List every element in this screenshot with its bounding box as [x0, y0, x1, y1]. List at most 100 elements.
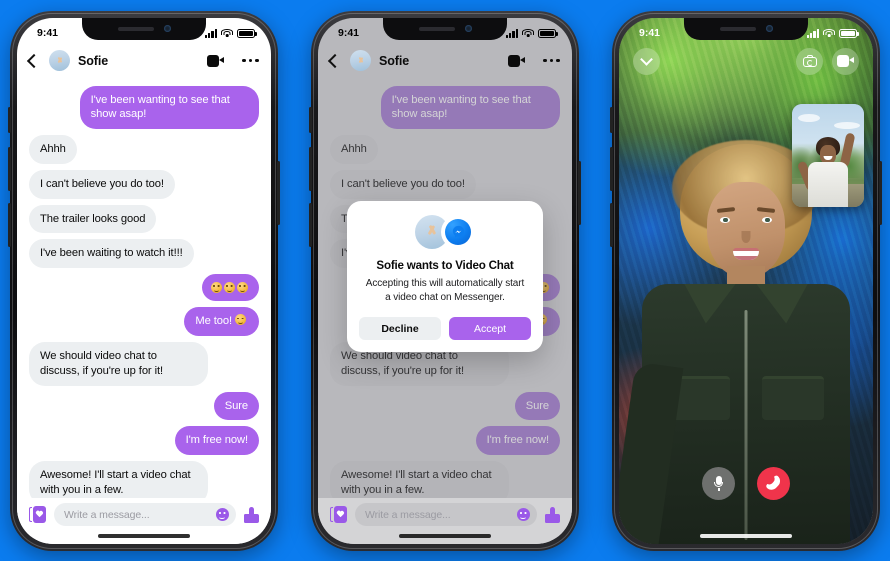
- power-button[interactable]: [277, 160, 280, 225]
- front-camera: [163, 25, 171, 32]
- message-row: Me too!: [29, 307, 259, 337]
- message-row: Sure: [29, 391, 259, 421]
- power-button[interactable]: [879, 160, 882, 225]
- toggle-video-button[interactable]: [832, 47, 859, 75]
- modal-avatars: [359, 214, 531, 249]
- more-options-icon[interactable]: [242, 58, 259, 63]
- status-indicators: [505, 28, 558, 38]
- modal-actions: Decline Accept: [359, 317, 531, 341]
- message-row: I can't believe you do too!: [29, 169, 259, 199]
- mute-switch[interactable]: [610, 106, 613, 133]
- status-time: 9:41: [639, 27, 661, 39]
- status-indicators: [204, 28, 257, 38]
- mute-switch[interactable]: [8, 106, 11, 133]
- smiley-icon: [211, 282, 222, 294]
- smiley-icon: [235, 314, 246, 326]
- message-text: Me too!: [195, 315, 232, 328]
- volume-up-button[interactable]: [610, 146, 613, 191]
- message-bubble[interactable]: I can't believe you do too!: [29, 169, 175, 199]
- screenshot-stage: 9:41 Sofie I've been wanting to see that…: [0, 0, 890, 561]
- message-row: I've been wanting to see that show asap!: [29, 85, 259, 130]
- home-indicator: [98, 533, 190, 538]
- self-view-thumbnail[interactable]: [792, 103, 864, 207]
- phone-1-screen: 9:41 Sofie I've been wanting to see that…: [17, 17, 271, 544]
- status-indicators: [806, 28, 859, 38]
- emoji-message-bubble[interactable]: [202, 274, 259, 302]
- phone-1-chat: 9:41 Sofie I've been wanting to see that…: [8, 10, 280, 551]
- volume-down-button[interactable]: [610, 202, 613, 247]
- accept-button[interactable]: Accept: [449, 317, 531, 341]
- signal-bars-icon: [505, 28, 518, 38]
- battery-icon: [237, 28, 257, 38]
- smile: [823, 155, 833, 160]
- phone-hangup-icon: [764, 474, 783, 492]
- modal-title: Sofie wants to Video Chat: [376, 258, 514, 272]
- smiley-icon: [224, 282, 235, 294]
- smiley-icon: [237, 282, 248, 294]
- message-bubble[interactable]: We should video chat to discuss, if you'…: [29, 342, 209, 386]
- camera-flip-icon: [802, 55, 817, 67]
- message-row: Ahhh: [29, 135, 259, 164]
- emoji-picker-icon[interactable]: [216, 508, 229, 521]
- thumbs-up-icon[interactable]: [244, 506, 259, 523]
- message-row: [29, 274, 259, 302]
- message-bubble[interactable]: Sure: [213, 391, 259, 421]
- cloud: [834, 121, 860, 129]
- remote-video-feed: [619, 17, 873, 544]
- battery-icon: [839, 28, 859, 38]
- end-call-button[interactable]: [757, 466, 790, 500]
- face: [707, 181, 785, 278]
- message-row: The trailer looks good: [29, 204, 259, 234]
- modal-subtitle: Accepting this will automatically start …: [365, 277, 525, 303]
- message-row: I'm free now!: [29, 426, 259, 456]
- minimize-button[interactable]: [633, 47, 660, 75]
- local-participant: [796, 131, 856, 207]
- message-list[interactable]: I've been wanting to see that show asap!…: [17, 78, 271, 498]
- message-input-placeholder: Write a message...: [64, 508, 150, 521]
- earpiece-speaker: [719, 26, 756, 31]
- signal-bars-icon: [204, 28, 217, 38]
- notch: [82, 17, 206, 40]
- volume-down-button[interactable]: [309, 202, 312, 247]
- status-time: 9:41: [37, 27, 59, 39]
- video-camera-icon[interactable]: [207, 54, 225, 67]
- phone-2-incoming-request: 9:41 Sofie I've been wanting to see that…: [309, 10, 581, 551]
- power-button[interactable]: [578, 160, 581, 225]
- mute-switch[interactable]: [309, 106, 312, 133]
- call-top-right: [796, 47, 859, 75]
- call-bottom-controls: [619, 466, 873, 500]
- back-icon[interactable]: [26, 53, 42, 68]
- video-call-view: [619, 17, 873, 544]
- message-bubble[interactable]: Ahhh: [29, 135, 77, 164]
- volume-down-button[interactable]: [8, 202, 11, 247]
- home-indicator: [399, 533, 491, 538]
- modal-card: Sofie wants to Video Chat Accepting this…: [347, 200, 543, 353]
- contact-name: Sofie: [78, 53, 109, 68]
- message-bubble[interactable]: The trailer looks good: [29, 204, 157, 234]
- message-bubble[interactable]: Awesome! I'll start a video chat with yo…: [29, 461, 209, 498]
- volume-up-button[interactable]: [309, 146, 312, 191]
- decline-button[interactable]: Decline: [359, 317, 441, 341]
- notch: [383, 17, 507, 40]
- signal-bars-icon: [806, 28, 819, 38]
- shirt: [808, 161, 848, 207]
- wifi-icon: [823, 28, 835, 38]
- message-input[interactable]: Write a message...: [54, 503, 236, 526]
- battery-icon: [538, 28, 558, 38]
- sticker-icon[interactable]: [29, 506, 46, 523]
- chevron-down-icon: [640, 52, 653, 66]
- message-row: I've been waiting to watch it!!!: [29, 239, 259, 269]
- volume-up-button[interactable]: [8, 146, 11, 191]
- messenger-logo-icon: [441, 214, 475, 249]
- avatar[interactable]: [49, 50, 70, 71]
- message-bubble[interactable]: I've been waiting to watch it!!!: [29, 239, 194, 269]
- front-camera: [464, 25, 472, 32]
- message-bubble[interactable]: Me too!: [184, 307, 259, 337]
- status-time: 9:41: [338, 27, 360, 39]
- cloud: [798, 113, 820, 122]
- message-bubble[interactable]: I've been wanting to see that show asap!: [79, 85, 259, 130]
- mute-button[interactable]: [702, 466, 735, 500]
- earpiece-speaker: [117, 26, 154, 31]
- flip-camera-button[interactable]: [796, 47, 823, 75]
- message-bubble[interactable]: I'm free now!: [174, 426, 259, 456]
